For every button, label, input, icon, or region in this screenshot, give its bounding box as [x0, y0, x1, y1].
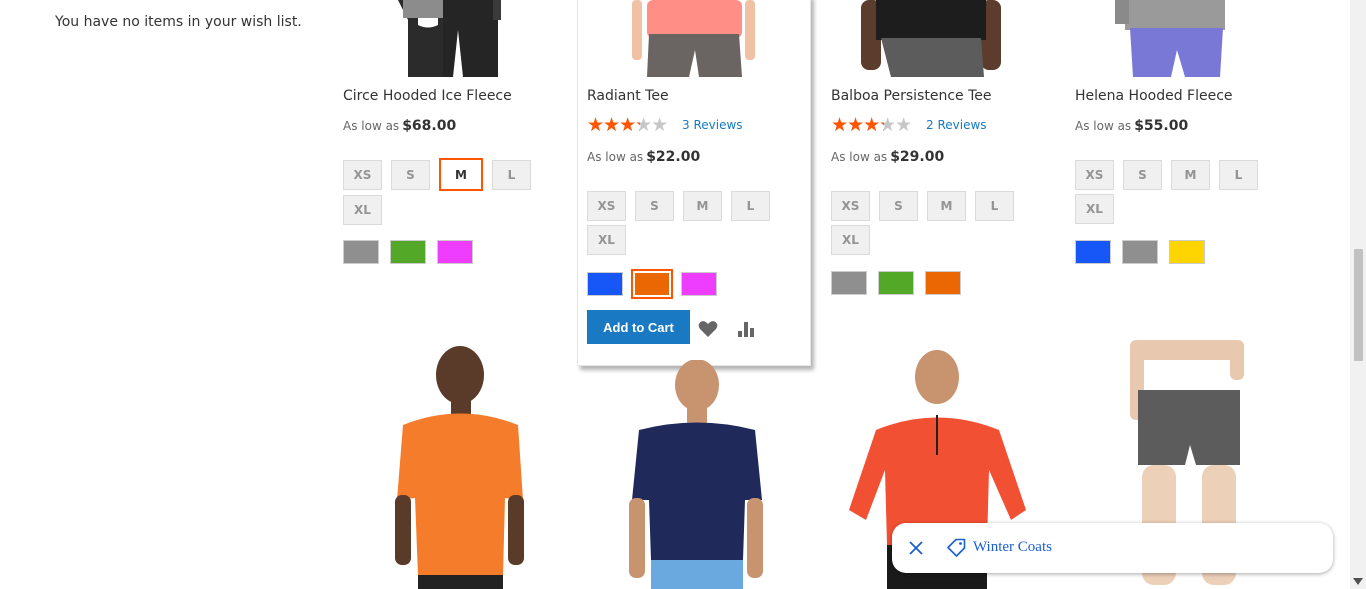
- color-swatch[interactable]: [831, 271, 867, 295]
- reviews-link[interactable]: 3 Reviews: [682, 118, 743, 132]
- color-options: [1075, 240, 1205, 264]
- price-amount: $29.00: [890, 149, 945, 165]
- product-price: As low as $29.00: [831, 149, 944, 165]
- size-option-xs[interactable]: XS: [343, 160, 382, 190]
- color-swatch-selected[interactable]: [631, 269, 673, 299]
- toast-label[interactable]: Winter Coats: [973, 539, 1052, 556]
- color-options: [831, 271, 961, 295]
- compare-icon[interactable]: [736, 320, 756, 338]
- size-option-m[interactable]: M: [1171, 160, 1210, 190]
- color-swatch[interactable]: [390, 240, 426, 264]
- product-image-navy-tee[interactable]: [587, 360, 802, 589]
- color-swatch[interactable]: [1122, 240, 1158, 264]
- price-amount: $22.00: [646, 149, 701, 165]
- product-name[interactable]: Circe Hooded Ice Fleece: [343, 88, 512, 104]
- size-option-m[interactable]: M: [683, 191, 722, 221]
- size-option-s[interactable]: S: [879, 191, 918, 221]
- scrollbar-thumb[interactable]: [1354, 249, 1363, 361]
- price-prefix: As low as: [831, 150, 888, 164]
- price-amount: $55.00: [1134, 118, 1189, 134]
- scroll-down-arrow-icon[interactable]: [1353, 578, 1363, 586]
- shopping-suggestion-toast: Winter Coats: [892, 523, 1333, 573]
- size-option-xs[interactable]: XS: [1075, 160, 1114, 190]
- product-image-circe[interactable]: [343, 0, 573, 77]
- size-option-xs[interactable]: XS: [587, 191, 626, 221]
- product-price: As low as $22.00: [587, 149, 700, 165]
- heart-icon[interactable]: [698, 320, 718, 338]
- size-option-l[interactable]: L: [975, 191, 1014, 221]
- tag-icon: [947, 538, 966, 557]
- product-rating: ★★★★★ ★★★★★ 3 Reviews: [587, 114, 743, 136]
- size-options: XS S M L XL: [1075, 160, 1275, 224]
- color-options: [343, 240, 473, 264]
- product-image-balboa[interactable]: [831, 0, 1046, 77]
- size-option-xl[interactable]: XL: [831, 225, 870, 255]
- color-swatch[interactable]: [343, 240, 379, 264]
- close-icon[interactable]: [908, 540, 924, 556]
- vertical-scrollbar[interactable]: [1350, 0, 1366, 589]
- size-option-l[interactable]: L: [492, 160, 531, 190]
- size-option-xl[interactable]: XL: [343, 195, 382, 225]
- size-option-s[interactable]: S: [635, 191, 674, 221]
- price-prefix: As low as: [1075, 119, 1132, 133]
- size-options: XS S M L XL: [831, 191, 1031, 255]
- size-option-m[interactable]: M: [439, 158, 483, 191]
- color-swatch[interactable]: [1075, 240, 1111, 264]
- size-options: XS S M L XL: [343, 158, 543, 225]
- rating-fill: ★★★★★: [587, 116, 640, 134]
- size-option-s[interactable]: S: [391, 160, 430, 190]
- color-options: [587, 269, 717, 299]
- size-option-m[interactable]: M: [927, 191, 966, 221]
- size-option-xl[interactable]: XL: [587, 225, 626, 255]
- rating-stars: ★★★★★ ★★★★★: [587, 114, 668, 136]
- color-swatch[interactable]: [437, 240, 473, 264]
- size-option-l[interactable]: L: [1219, 160, 1258, 190]
- product-image-helena[interactable]: [1075, 0, 1290, 77]
- size-option-xs[interactable]: XS: [831, 191, 870, 221]
- size-option-l[interactable]: L: [731, 191, 770, 221]
- product-rating: ★★★★★ ★★★★★ 2 Reviews: [831, 114, 987, 136]
- size-option-xl[interactable]: XL: [1075, 194, 1114, 224]
- color-swatch[interactable]: [1169, 240, 1205, 264]
- color-swatch[interactable]: [587, 272, 623, 296]
- size-option-s[interactable]: S: [1123, 160, 1162, 190]
- product-name[interactable]: Balboa Persistence Tee: [831, 88, 991, 104]
- rating-stars: ★★★★★ ★★★★★: [831, 114, 912, 136]
- wishlist-message: You have no items in your wish list.: [55, 14, 302, 30]
- size-options: XS S M L XL: [587, 191, 787, 255]
- product-name[interactable]: Helena Hooded Fleece: [1075, 88, 1233, 104]
- product-name[interactable]: Radiant Tee: [587, 88, 669, 104]
- product-price: As low as $55.00: [1075, 118, 1188, 134]
- price-prefix: As low as: [587, 150, 644, 164]
- price-prefix: As low as: [343, 119, 400, 133]
- reviews-link[interactable]: 2 Reviews: [926, 118, 987, 132]
- price-amount: $68.00: [402, 118, 457, 134]
- color-swatch[interactable]: [878, 271, 914, 295]
- product-image-orange-tee[interactable]: [343, 340, 573, 589]
- add-to-cart-button[interactable]: Add to Cart: [587, 310, 690, 344]
- rating-fill: ★★★★★: [831, 116, 884, 134]
- product-image-radiant[interactable]: [587, 0, 802, 77]
- color-swatch[interactable]: [681, 272, 717, 296]
- color-swatch[interactable]: [925, 271, 961, 295]
- product-price: As low as $68.00: [343, 118, 456, 134]
